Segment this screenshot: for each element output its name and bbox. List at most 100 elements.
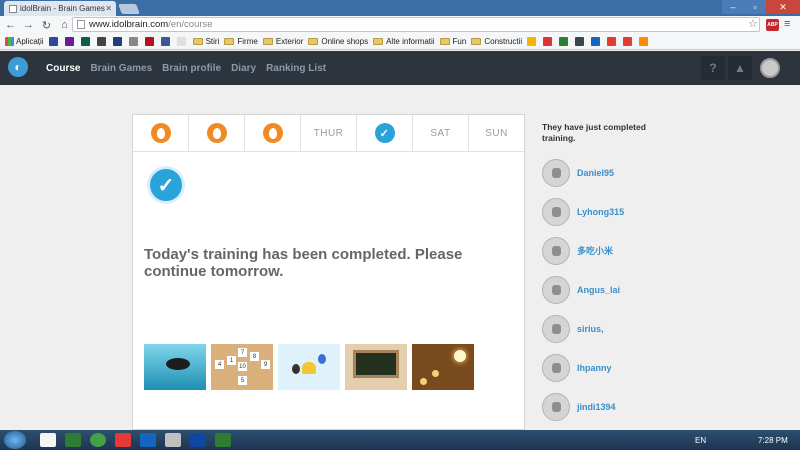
bookmark-folder-fun[interactable]: Fun — [439, 37, 466, 46]
list-item[interactable]: Daniel95 — [542, 153, 624, 192]
flame-icon — [206, 123, 227, 143]
chrome-menu-icon[interactable]: ≡ — [784, 18, 790, 30]
bell-icon[interactable]: ▲ — [728, 56, 752, 80]
bookmark-shortcut[interactable] — [80, 37, 92, 46]
game-thumbnail[interactable] — [345, 344, 407, 390]
home-icon[interactable]: ⌂ — [57, 18, 72, 33]
url-path: /en/course — [168, 19, 213, 30]
start-button[interactable] — [4, 431, 26, 449]
taskbar-app-icon[interactable] — [190, 433, 206, 447]
page-favicon-icon — [9, 4, 17, 13]
avatar[interactable] — [542, 197, 570, 226]
username[interactable]: jindi1394 — [577, 402, 616, 412]
bookmark-shortcut[interactable] — [639, 37, 650, 46]
bookmark-shortcut[interactable] — [96, 37, 108, 46]
username[interactable]: lhpanny — [577, 363, 612, 373]
forward-arrow-icon[interactable]: → — [21, 18, 36, 33]
tab-title: idolBrain - Brain Games & — [20, 4, 106, 13]
user-avatar[interactable] — [760, 58, 780, 78]
bookmark-shortcut[interactable] — [160, 37, 172, 46]
bookmark-shortcut[interactable] — [607, 37, 618, 46]
bookmark-shortcut[interactable] — [527, 37, 538, 46]
language-indicator[interactable]: EN — [695, 436, 706, 445]
bookmark-folder-online-shops[interactable]: Online shops — [308, 37, 368, 46]
username[interactable]: Angus_lai — [577, 285, 620, 295]
bookmark-shortcut[interactable] — [64, 37, 76, 46]
new-tab-button[interactable] — [118, 4, 140, 14]
help-icon[interactable]: ? — [701, 56, 725, 80]
folder-icon — [224, 38, 235, 45]
username[interactable]: Daniel95 — [577, 168, 614, 178]
bookmark-shortcut[interactable] — [176, 37, 188, 46]
list-item[interactable]: jindi1394 — [542, 387, 624, 426]
taskbar-app-icon[interactable] — [165, 433, 181, 447]
bookmark-folder-exterior[interactable]: Exterior — [262, 37, 303, 46]
list-item[interactable]: sirius, — [542, 309, 624, 348]
list-item[interactable]: Angus_lai — [542, 270, 624, 309]
minimize-button[interactable]: – — [722, 0, 744, 14]
reload-icon[interactable]: ↻ — [39, 18, 54, 33]
list-item[interactable]: Lyhong315 — [542, 192, 624, 231]
avatar[interactable] — [542, 236, 570, 265]
taskbar-app-icon[interactable] — [90, 433, 106, 447]
avatar[interactable] — [542, 392, 570, 421]
completed-check-icon: ✓ — [147, 166, 185, 204]
bookmark-shortcut[interactable] — [48, 37, 60, 46]
avatar[interactable] — [542, 158, 570, 187]
clock[interactable]: 7:28 PM — [758, 436, 788, 445]
bookmark-shortcut[interactable] — [144, 37, 156, 46]
maximize-button[interactable]: ▫ — [744, 0, 766, 14]
bookmark-shortcut[interactable] — [559, 37, 570, 46]
tab-close-icon[interactable]: ✕ — [105, 4, 112, 13]
bookmark-shortcut[interactable] — [543, 37, 554, 46]
nav-ranking-list[interactable]: Ranking List — [266, 63, 326, 74]
site-icon — [144, 37, 154, 46]
avatar[interactable] — [542, 353, 570, 382]
week-progress: THUR ✓ SAT SUN — [133, 115, 524, 152]
window-close-button[interactable]: ✕ — [766, 0, 800, 14]
bookmark-folder-stiri[interactable]: Stiri — [192, 37, 219, 46]
idolbrain-logo-icon[interactable]: ◐ — [8, 57, 28, 77]
address-bar[interactable]: www.idolbrain.com /en/course — [72, 17, 760, 32]
username[interactable]: sirius, — [577, 324, 604, 334]
taskbar-app-icon[interactable] — [65, 433, 81, 447]
avatar[interactable] — [542, 314, 570, 343]
chrome-taskbar-icon[interactable] — [40, 433, 56, 447]
nav-course[interactable]: Course — [46, 63, 80, 74]
taskbar-app-icon[interactable] — [115, 433, 131, 447]
adblock-extension-icon[interactable]: ABP — [766, 19, 779, 31]
bookmark-folder-alte-informatii[interactable]: Alte informatii — [373, 37, 435, 46]
username[interactable]: Lyhong315 — [577, 207, 624, 217]
username[interactable]: 多吃小米 — [577, 244, 613, 257]
day-cell — [189, 115, 245, 151]
url-host: www.idolbrain.com — [89, 19, 169, 30]
avatar[interactable] — [542, 275, 570, 304]
bookmark-shortcut[interactable] — [623, 37, 634, 46]
taskbar-app-icon[interactable] — [140, 433, 156, 447]
list-item[interactable]: lhpanny — [542, 348, 624, 387]
day-sat: SAT — [413, 115, 469, 151]
bookmark-folder-constructii[interactable]: Constructii — [471, 37, 522, 46]
game-thumbnail[interactable] — [278, 344, 340, 390]
day-sun: SUN — [485, 127, 508, 139]
site-icon — [639, 37, 649, 46]
nav-brain-games[interactable]: Brain Games — [90, 63, 152, 74]
list-item[interactable]: 多吃小米 — [542, 231, 624, 270]
browser-tab[interactable]: idolBrain - Brain Games & ✕ — [4, 1, 116, 16]
bookmark-folder-firme[interactable]: Firme — [224, 37, 258, 46]
back-arrow-icon[interactable]: ← — [3, 18, 18, 33]
nav-brain-profile[interactable]: Brain profile — [162, 63, 221, 74]
nav-diary[interactable]: Diary — [231, 63, 256, 74]
site-icon — [607, 37, 617, 46]
bookmark-shortcut[interactable] — [128, 37, 140, 46]
bookmark-star-icon[interactable]: ☆ — [748, 17, 758, 30]
bookmark-shortcut[interactable] — [575, 37, 586, 46]
game-thumbnail[interactable] — [144, 344, 206, 390]
excel-taskbar-icon[interactable] — [215, 433, 231, 447]
game-thumbnail[interactable] — [412, 344, 474, 390]
game-thumbnail[interactable]: 4 1 7 8 10 9 5 — [211, 344, 273, 390]
bookmark-apps[interactable]: Aplicații — [5, 37, 44, 46]
bookmark-shortcut[interactable] — [591, 37, 602, 46]
day-cell — [133, 115, 189, 151]
bookmark-shortcut[interactable] — [112, 37, 124, 46]
